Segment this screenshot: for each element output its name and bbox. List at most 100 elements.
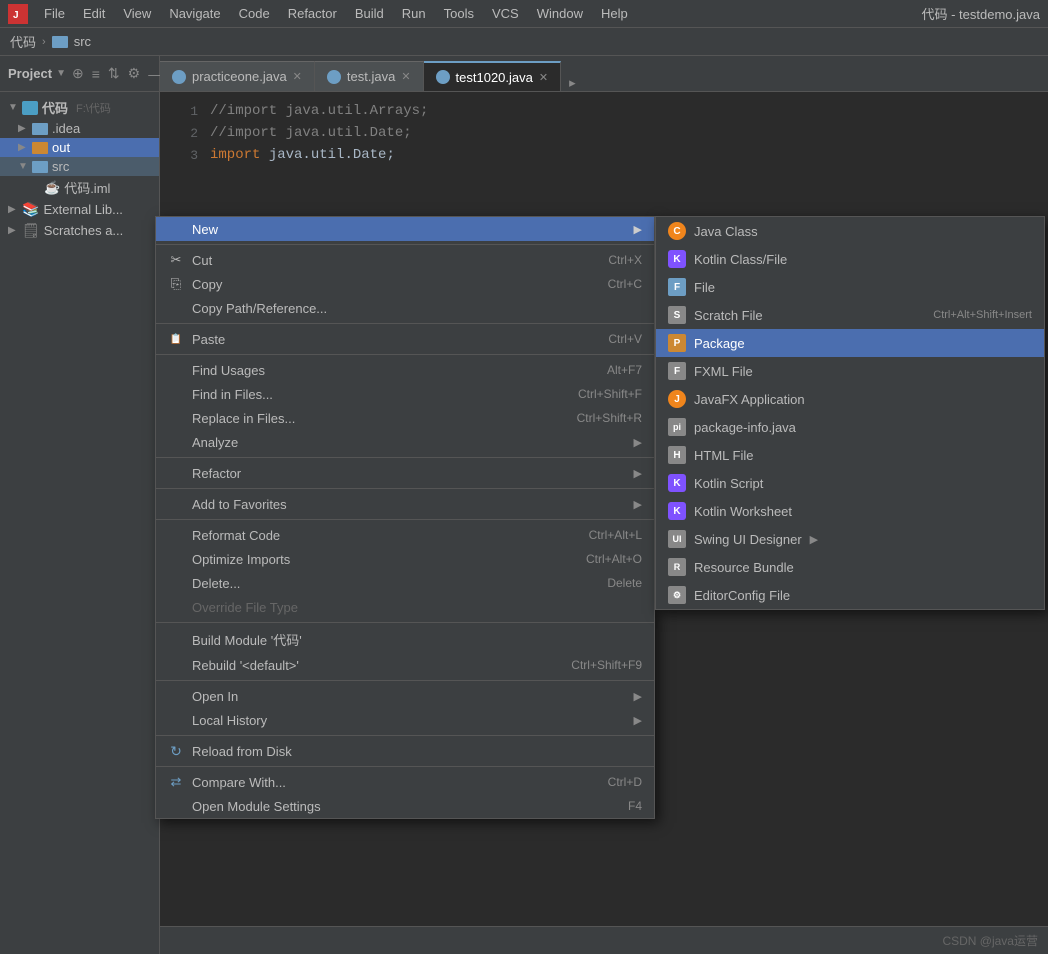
sub-icon-swing: UI bbox=[668, 530, 686, 548]
ctx-item-cut[interactable]: Cut Ctrl+X bbox=[156, 248, 654, 272]
ctx-item-reformat[interactable]: Reformat Code Ctrl+Alt+L bbox=[156, 523, 654, 547]
code-text-3: import java.util.Date; bbox=[210, 147, 395, 163]
ctx-item-paste[interactable]: Paste Ctrl+V bbox=[156, 327, 654, 351]
sub-icon-kworksheet: K bbox=[668, 502, 686, 520]
tree-item-root[interactable]: ▼ 代码 F:\代码 bbox=[0, 96, 159, 119]
ctx-localhistory-label: Local History bbox=[192, 713, 626, 728]
tree-sublabel-root: F:\代码 bbox=[76, 100, 111, 116]
sub-icon-scratch: S bbox=[668, 306, 686, 324]
ctx-item-findinfiles[interactable]: Find in Files... Ctrl+Shift+F bbox=[156, 382, 654, 406]
sidebar-settings-btn[interactable]: ⚙ bbox=[126, 63, 143, 84]
ctx-rebuild-icon bbox=[168, 657, 184, 673]
tree-item-out[interactable]: ▶ out bbox=[0, 138, 159, 157]
tab-close-test1020[interactable]: ✕ bbox=[539, 71, 548, 84]
sub-item-pkginfo[interactable]: pi package-info.java bbox=[656, 413, 1044, 441]
ctx-findinfiles-shortcut: Ctrl+Shift+F bbox=[578, 387, 642, 401]
ctx-item-modsettings[interactable]: Open Module Settings F4 bbox=[156, 794, 654, 818]
context-menu[interactable]: New ▶ Cut Ctrl+X Copy Ctrl+C Copy Path/R… bbox=[155, 216, 655, 819]
sidebar-dropdown-icon[interactable]: ▼ bbox=[56, 68, 66, 79]
menu-build[interactable]: Build bbox=[347, 4, 392, 23]
tab-label-test: test.java bbox=[347, 69, 395, 84]
ctx-item-favorites[interactable]: Add to Favorites ▶ bbox=[156, 492, 654, 516]
ctx-item-delete[interactable]: Delete... Delete bbox=[156, 571, 654, 595]
sub-item-kotlinclass[interactable]: K Kotlin Class/File bbox=[656, 245, 1044, 273]
menu-navigate[interactable]: Navigate bbox=[161, 4, 228, 23]
ctx-findusages-icon bbox=[168, 362, 184, 378]
sub-item-package[interactable]: P Package bbox=[656, 329, 1044, 357]
ctx-item-optimizeimports[interactable]: Optimize Imports Ctrl+Alt+O bbox=[156, 547, 654, 571]
ctx-item-analyze[interactable]: Analyze ▶ bbox=[156, 430, 654, 454]
tree-label-src: src bbox=[52, 159, 69, 174]
sub-item-javaclass[interactable]: C Java Class bbox=[656, 217, 1044, 245]
tree-arrow-extlib: ▶ bbox=[8, 204, 18, 215]
tab-more-btn[interactable]: ▸ bbox=[561, 75, 584, 91]
tree-arrow-src: ▼ bbox=[18, 161, 28, 172]
sub-item-html[interactable]: H HTML File bbox=[656, 441, 1044, 469]
menu-file[interactable]: File bbox=[36, 4, 73, 23]
tab-practiceone[interactable]: practiceone.java ✕ bbox=[160, 61, 315, 91]
tab-bar: practiceone.java ✕ test.java ✕ test1020.… bbox=[160, 56, 1048, 92]
ctx-findusages-shortcut: Alt+F7 bbox=[607, 363, 642, 377]
tree-item-extlib[interactable]: ▶ 📚 External Lib... bbox=[0, 199, 159, 220]
sub-icon-javaclass: C bbox=[668, 222, 686, 240]
sub-item-scratch[interactable]: S Scratch File Ctrl+Alt+Shift+Insert bbox=[656, 301, 1044, 329]
sidebar-expand-btn[interactable]: ⇅ bbox=[106, 63, 122, 84]
menu-help[interactable]: Help bbox=[593, 4, 636, 23]
menu-vcs[interactable]: VCS bbox=[484, 4, 527, 23]
ctx-item-copy[interactable]: Copy Ctrl+C bbox=[156, 272, 654, 296]
menu-refactor[interactable]: Refactor bbox=[280, 4, 345, 23]
sub-item-fxml[interactable]: F FXML File bbox=[656, 357, 1044, 385]
sidebar-add-btn[interactable]: ⊕ bbox=[70, 63, 86, 84]
ctx-reformat-label: Reformat Code bbox=[192, 528, 581, 543]
sub-item-swing[interactable]: UI Swing UI Designer ▶ bbox=[656, 525, 1044, 553]
menu-code[interactable]: Code bbox=[231, 4, 278, 23]
tree-item-src[interactable]: ▼ src bbox=[0, 157, 159, 176]
ctx-item-findusages[interactable]: Find Usages Alt+F7 bbox=[156, 358, 654, 382]
menu-edit[interactable]: Edit bbox=[75, 4, 113, 23]
sub-item-kscript[interactable]: K Kotlin Script bbox=[656, 469, 1044, 497]
sub-item-javafx[interactable]: J JavaFX Application bbox=[656, 385, 1044, 413]
ctx-item-refactor[interactable]: Refactor ▶ bbox=[156, 461, 654, 485]
sub-label-html: HTML File bbox=[694, 448, 753, 463]
tab-test1020[interactable]: test1020.java ✕ bbox=[424, 61, 562, 91]
ctx-item-buildmodule[interactable]: Build Module '代码' bbox=[156, 626, 654, 653]
sub-label-scratch: Scratch File bbox=[694, 308, 763, 323]
sidebar-collapse-btn[interactable]: ≡ bbox=[90, 64, 102, 84]
breadcrumb-item-root[interactable]: 代码 bbox=[10, 32, 36, 51]
tree-item-idea[interactable]: ▶ .idea bbox=[0, 119, 159, 138]
ctx-item-replaceinfiles[interactable]: Replace in Files... Ctrl+Shift+R bbox=[156, 406, 654, 430]
menu-view[interactable]: View bbox=[115, 4, 159, 23]
ctx-favorites-icon bbox=[168, 496, 184, 512]
tree-item-scratches[interactable]: ▶ 🗒 Scratches a... bbox=[0, 220, 159, 241]
ctx-item-copypath[interactable]: Copy Path/Reference... bbox=[156, 296, 654, 320]
sub-shortcut-scratch: Ctrl+Alt+Shift+Insert bbox=[933, 309, 1032, 321]
app-logo: J bbox=[8, 4, 28, 24]
ctx-modsettings-icon bbox=[168, 798, 184, 814]
menu-tools[interactable]: Tools bbox=[436, 4, 482, 23]
tab-close-practiceone[interactable]: ✕ bbox=[293, 70, 302, 83]
menu-window[interactable]: Window bbox=[529, 4, 591, 23]
ctx-item-new[interactable]: New ▶ bbox=[156, 217, 654, 241]
ctx-item-reload[interactable]: Reload from Disk bbox=[156, 739, 654, 763]
sub-icon-kscript: K bbox=[668, 474, 686, 492]
menu-run[interactable]: Run bbox=[394, 4, 434, 23]
sub-item-kworksheet[interactable]: K Kotlin Worksheet bbox=[656, 497, 1044, 525]
ctx-compare-icon bbox=[168, 774, 184, 790]
src-folder-icon bbox=[32, 161, 48, 173]
submenu-new[interactable]: C Java Class K Kotlin Class/File F File … bbox=[655, 216, 1045, 610]
sub-item-resource[interactable]: R Resource Bundle bbox=[656, 553, 1044, 581]
ctx-item-openin[interactable]: Open In ▶ bbox=[156, 684, 654, 708]
sub-label-package: Package bbox=[694, 336, 745, 351]
tree-item-iml[interactable]: ▶ ☕ 代码.iml bbox=[0, 176, 159, 199]
sub-item-editorconfig[interactable]: ⚙ EditorConfig File bbox=[656, 581, 1044, 609]
sub-label-file: File bbox=[694, 280, 715, 295]
sub-icon-javafx: J bbox=[668, 390, 686, 408]
tab-close-test[interactable]: ✕ bbox=[401, 70, 410, 83]
breadcrumb-item-src[interactable]: src bbox=[74, 34, 91, 49]
tab-icon-test1020 bbox=[436, 70, 450, 84]
ctx-item-compare[interactable]: Compare With... Ctrl+D bbox=[156, 770, 654, 794]
sub-item-file[interactable]: F File bbox=[656, 273, 1044, 301]
tab-test[interactable]: test.java ✕ bbox=[315, 61, 424, 91]
ctx-item-localhistory[interactable]: Local History ▶ bbox=[156, 708, 654, 732]
ctx-item-rebuild[interactable]: Rebuild '<default>' Ctrl+Shift+F9 bbox=[156, 653, 654, 677]
